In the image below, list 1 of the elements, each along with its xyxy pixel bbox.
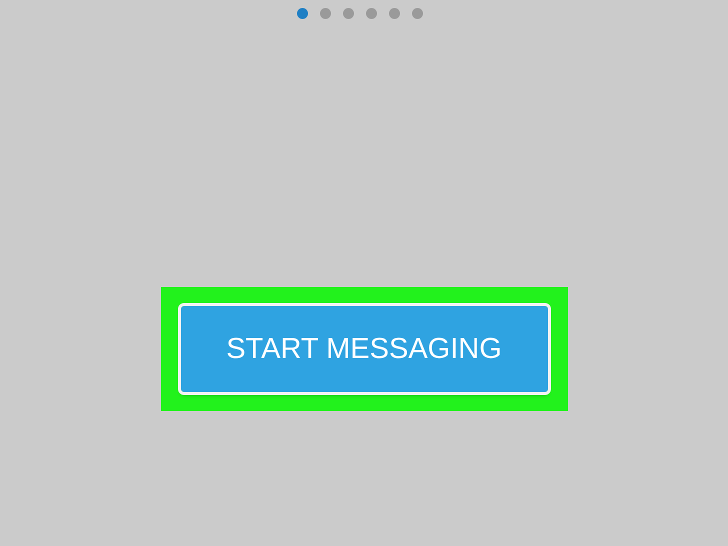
start-messaging-button[interactable]: START MESSAGING — [180, 306, 548, 392]
